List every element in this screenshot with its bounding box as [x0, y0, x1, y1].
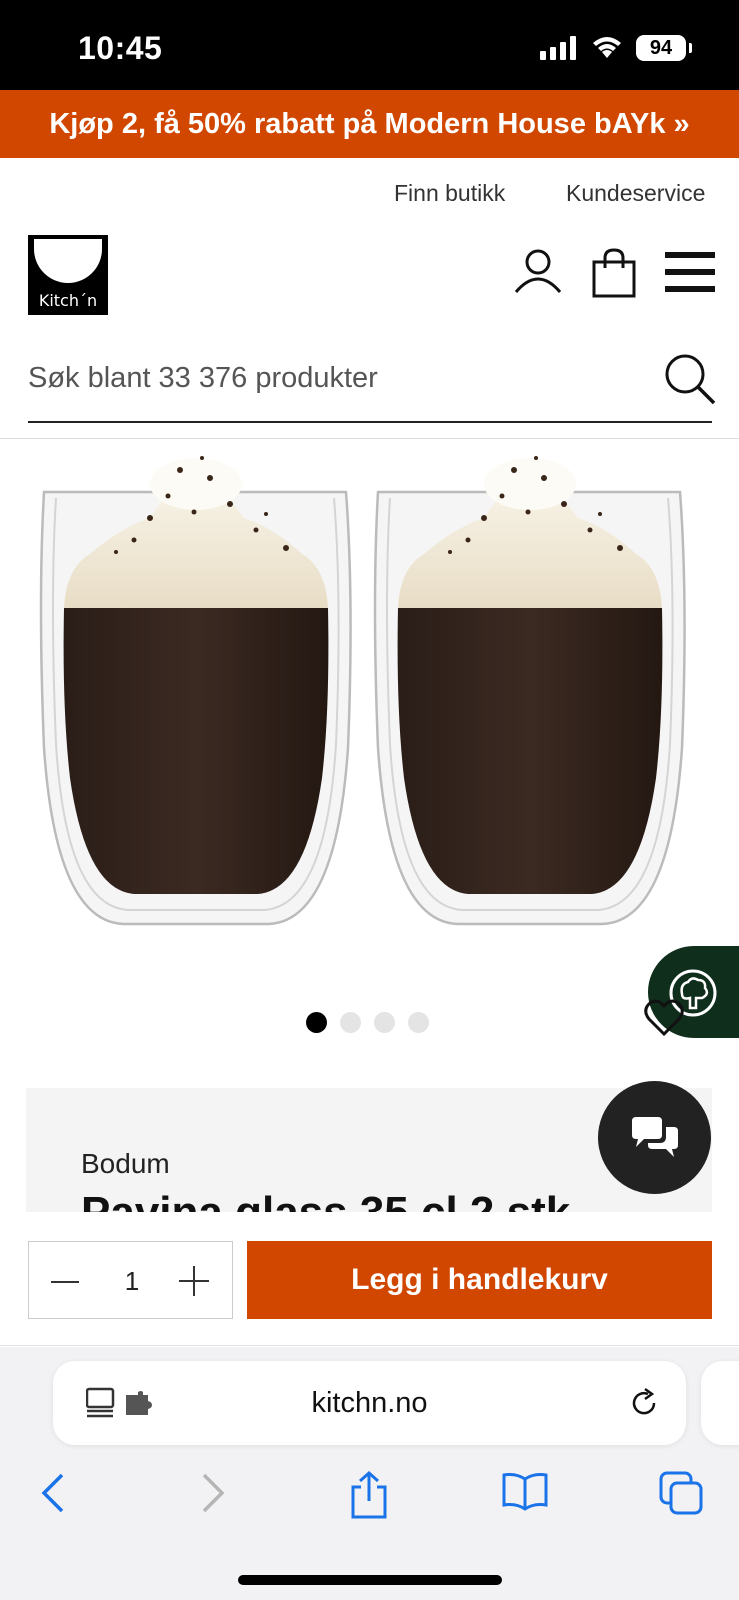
plus-icon[interactable] [177, 1264, 211, 1298]
carousel-dot[interactable] [340, 1012, 361, 1033]
logo-text: Kitch´n [38, 291, 98, 310]
chat-icon [632, 1117, 678, 1157]
header-divider [0, 438, 739, 439]
forward-button[interactable] [198, 1471, 228, 1518]
tabs-button[interactable] [659, 1471, 703, 1518]
status-bar: 10:45 94 [0, 0, 739, 90]
share-icon [351, 1470, 387, 1519]
chevron-left-icon [41, 1473, 64, 1513]
account-icon [514, 249, 562, 293]
next-tab-preview[interactable] [701, 1361, 739, 1445]
share-button[interactable] [349, 1470, 389, 1522]
browser-chrome: kitchn.no [0, 1347, 739, 1600]
chat-button[interactable] [598, 1081, 711, 1194]
promo-banner[interactable]: Kjøp 2, få 50% rabatt på Modern House bA… [0, 90, 739, 158]
reload-icon[interactable] [628, 1387, 660, 1419]
cart-button[interactable] [591, 248, 637, 301]
glass-left [39, 456, 352, 926]
wifi-icon [593, 37, 621, 58]
logo-bowl-shape [34, 239, 102, 283]
url-text[interactable]: kitchn.no [53, 1361, 686, 1445]
minus-icon[interactable] [49, 1266, 81, 1298]
favorite-heart-icon[interactable] [644, 998, 684, 1038]
status-time: 10:45 [78, 30, 163, 66]
search-input[interactable] [28, 348, 628, 408]
product-brand[interactable]: Bodum [81, 1148, 170, 1180]
battery-icon: 94 [636, 35, 692, 61]
customer-service-link[interactable]: Kundeservice [566, 180, 705, 207]
carousel-dot[interactable] [306, 1012, 327, 1033]
account-button[interactable] [513, 248, 563, 297]
glass-right [373, 456, 686, 926]
address-bar[interactable]: kitchn.no [53, 1361, 686, 1445]
find-store-link[interactable]: Finn butikk [394, 180, 505, 207]
product-image[interactable] [30, 448, 710, 948]
bookmarks-button[interactable] [502, 1471, 548, 1514]
menu-icon [665, 252, 715, 292]
search-field [28, 348, 716, 423]
cart-icon [592, 248, 636, 298]
purchase-bar: 1 Legg i handlekurv [0, 1212, 739, 1346]
back-button[interactable] [38, 1471, 68, 1518]
cellular-signal-icon [540, 36, 576, 60]
chevron-right-icon [202, 1473, 225, 1513]
home-indicator [238, 1575, 502, 1585]
carousel-dot[interactable] [374, 1012, 395, 1033]
quantity-stepper: 1 [28, 1241, 233, 1319]
tabs-icon [659, 1471, 703, 1515]
search-icon[interactable] [663, 352, 717, 406]
book-icon [502, 1473, 548, 1511]
add-to-cart-button[interactable]: Legg i handlekurv [247, 1241, 712, 1319]
kitchn-logo[interactable]: Kitch´n [28, 235, 108, 315]
carousel-dots [306, 1012, 429, 1033]
menu-button[interactable] [665, 252, 715, 297]
quantity-value[interactable]: 1 [119, 1242, 145, 1320]
carousel-dot[interactable] [408, 1012, 429, 1033]
product-title: Pavina glass 35 cl 2 stk [81, 1188, 570, 1212]
